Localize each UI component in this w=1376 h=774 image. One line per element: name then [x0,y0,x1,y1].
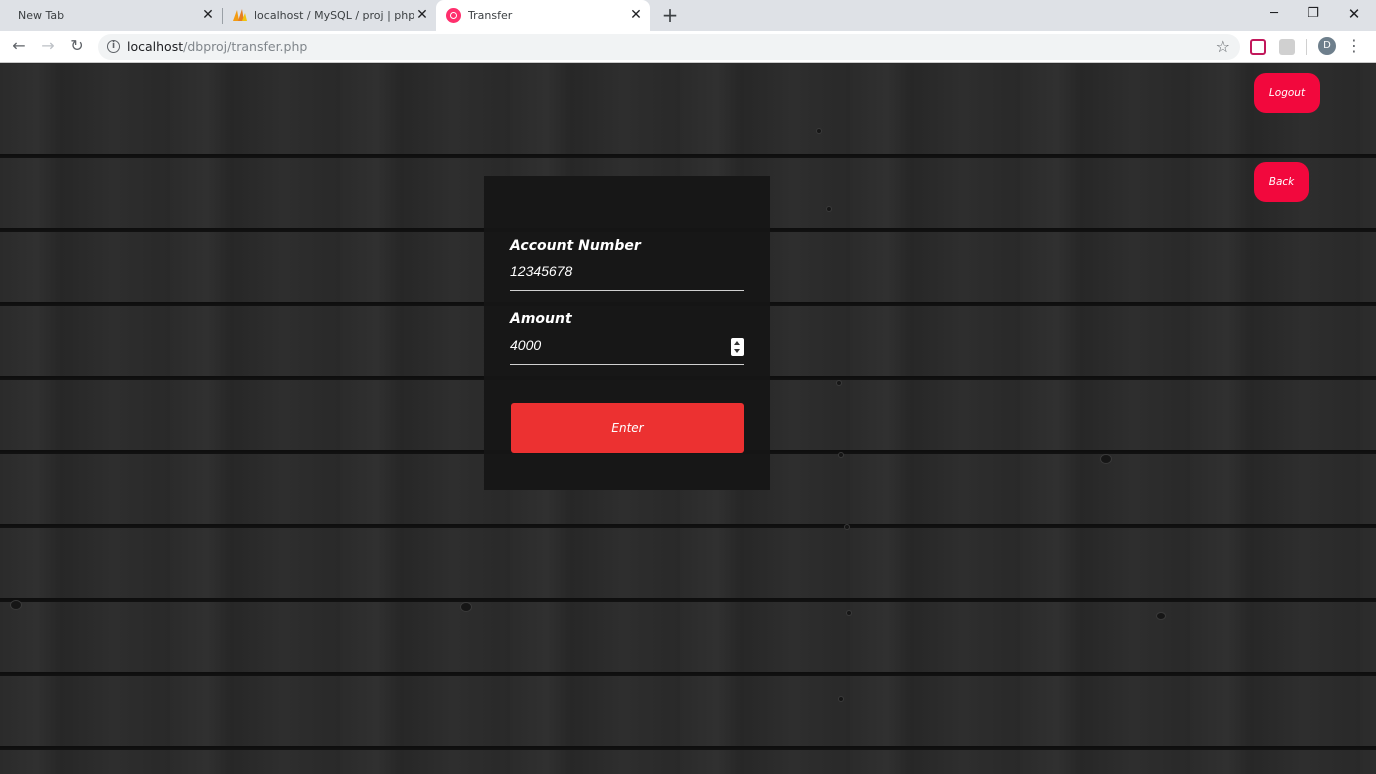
account-number-label: Account Number [510,238,641,254]
url-path: /dbproj/transfer.php [183,39,308,54]
profile-avatar[interactable]: D [1318,37,1336,55]
tab-title: New Tab [18,9,65,22]
page-background: Logout Back Account Number Amount Enter [0,64,1376,774]
wood-knot [836,380,842,386]
tab-transfer[interactable]: Transfer ✕ [436,0,650,31]
close-icon[interactable]: ✕ [414,7,430,23]
info-icon[interactable]: i [107,40,120,53]
transfer-form: Account Number Amount Enter [484,176,770,490]
toolbar-separator [1306,39,1307,55]
extension-icon[interactable] [1279,39,1295,55]
window-close-icon[interactable]: ✕ [1339,4,1369,24]
wood-knot [816,128,822,134]
tab-phpmyadmin[interactable]: localhost / MySQL / proj | phpMy ✕ [222,0,436,31]
restore-icon[interactable]: ❐ [1298,4,1328,24]
logout-button[interactable]: Logout [1254,73,1320,113]
wood-knot [838,696,844,702]
number-spinner-icon[interactable] [731,338,744,356]
bookmark-star-icon[interactable]: ☆ [1216,37,1230,56]
back-arrow-icon[interactable]: ← [9,36,29,56]
wood-knot [10,600,22,610]
wood-knot [846,610,852,616]
tab-strip: New Tab ✕ localhost / MySQL / proj | php… [0,0,1376,31]
site-favicon-icon [446,8,461,23]
enter-button[interactable]: Enter [511,403,744,453]
close-icon[interactable]: ✕ [200,7,216,23]
url-host: localhost [127,39,184,54]
more-menu-icon[interactable]: ⋮ [1346,36,1362,56]
browser-toolbar: ← → ↻ i localhost/dbproj/transfer.php ☆ … [0,31,1376,63]
wood-knot [1100,454,1112,464]
amount-input[interactable] [510,335,744,365]
tab-new-tab[interactable]: New Tab ✕ [0,0,222,31]
wood-knot [826,206,832,212]
amount-label: Amount [510,311,572,327]
back-button[interactable]: Back [1254,162,1309,202]
url-text[interactable]: localhost/dbproj/transfer.php [127,39,307,54]
reload-icon[interactable]: ↻ [67,36,87,56]
new-tab-icon[interactable]: + [660,5,680,25]
wood-knot [844,524,850,530]
wood-knot [838,452,844,458]
address-bar[interactable]: i localhost/dbproj/transfer.php ☆ [98,34,1240,60]
tab-title: Transfer [468,9,513,22]
close-icon[interactable]: ✕ [628,7,644,23]
wood-knot [1156,612,1166,620]
phpmyadmin-icon [233,9,247,21]
forward-arrow-icon[interactable]: → [38,36,58,56]
tab-title: localhost / MySQL / proj | phpMy [254,9,414,22]
account-number-input[interactable] [510,261,744,291]
extension-shield-icon[interactable] [1250,39,1266,55]
minimize-icon[interactable]: ─ [1259,4,1289,24]
wood-knot [460,602,472,612]
